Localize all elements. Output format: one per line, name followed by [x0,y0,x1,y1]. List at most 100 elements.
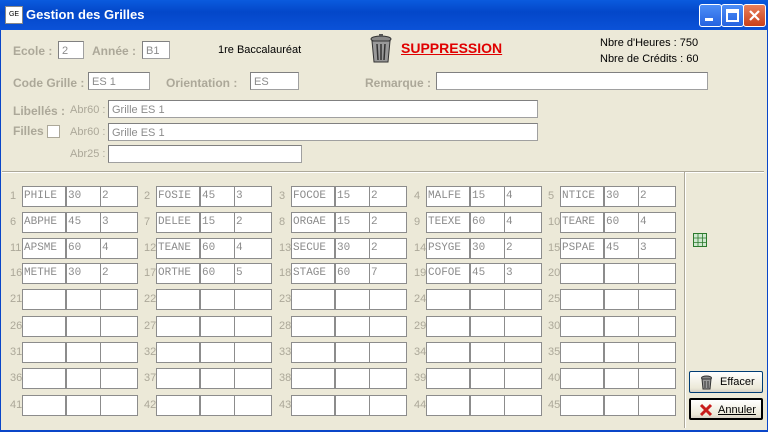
course-credits-cell[interactable] [234,395,272,416]
course-code-cell[interactable]: ORTHE [156,263,200,284]
course-credits-cell[interactable] [504,289,542,310]
course-credits-cell[interactable] [369,368,407,389]
annuler-button[interactable]: Annuler [689,398,763,420]
course-hours-cell[interactable] [470,395,505,416]
course-hours-cell[interactable] [604,368,639,389]
code-grille-field[interactable]: ES 1 [88,72,150,90]
course-code-cell[interactable]: PSYGE [426,238,470,259]
course-code-cell[interactable]: STAGE [291,263,335,284]
course-code-cell[interactable] [22,316,66,337]
course-credits-cell[interactable] [504,316,542,337]
course-credits-cell[interactable]: 2 [100,186,138,207]
course-credits-cell[interactable]: 2 [504,238,542,259]
course-code-cell[interactable] [426,342,470,363]
course-credits-cell[interactable] [100,289,138,310]
course-hours-cell[interactable] [335,368,370,389]
course-credits-cell[interactable] [638,289,676,310]
course-hours-cell[interactable]: 45 [200,186,235,207]
course-hours-cell[interactable] [200,395,235,416]
course-credits-cell[interactable]: 2 [234,212,272,233]
course-credits-cell[interactable] [100,368,138,389]
course-code-cell[interactable]: DELEE [156,212,200,233]
course-code-cell[interactable]: TEANE [156,238,200,259]
course-code-cell[interactable] [560,289,604,310]
course-code-cell[interactable] [156,368,200,389]
course-credits-cell[interactable]: 3 [234,186,272,207]
course-code-cell[interactable]: MALFE [426,186,470,207]
course-credits-cell[interactable]: 3 [100,212,138,233]
course-credits-cell[interactable]: 2 [100,263,138,284]
course-code-cell[interactable] [426,395,470,416]
course-code-cell[interactable] [156,395,200,416]
abr25-field[interactable] [108,145,302,163]
course-credits-cell[interactable]: 5 [234,263,272,284]
course-code-cell[interactable]: FOCOE [291,186,335,207]
remarque-field[interactable] [436,72,708,90]
course-hours-cell[interactable]: 60 [66,238,101,259]
course-credits-cell[interactable] [638,342,676,363]
minimize-button[interactable] [699,4,722,27]
course-hours-cell[interactable]: 15 [470,186,505,207]
course-credits-cell[interactable] [638,395,676,416]
course-hours-cell[interactable] [335,316,370,337]
course-hours-cell[interactable] [470,342,505,363]
course-code-cell[interactable] [156,342,200,363]
course-code-cell[interactable]: METHE [22,263,66,284]
course-hours-cell[interactable] [66,368,101,389]
course-credits-cell[interactable] [100,316,138,337]
course-credits-cell[interactable]: 4 [638,212,676,233]
maximize-button[interactable] [721,4,744,27]
course-hours-cell[interactable]: 30 [335,238,370,259]
course-hours-cell[interactable] [604,263,639,284]
course-credits-cell[interactable] [638,263,676,284]
course-code-cell[interactable] [560,263,604,284]
course-credits-cell[interactable] [234,342,272,363]
course-credits-cell[interactable] [369,316,407,337]
course-hours-cell[interactable] [470,368,505,389]
course-credits-cell[interactable] [638,368,676,389]
course-hours-cell[interactable] [335,342,370,363]
effacer-button[interactable]: Effacer [689,371,763,393]
course-hours-cell[interactable]: 45 [604,238,639,259]
course-hours-cell[interactable]: 45 [66,212,101,233]
course-hours-cell[interactable]: 60 [200,238,235,259]
course-hours-cell[interactable] [200,289,235,310]
course-hours-cell[interactable]: 45 [470,263,505,284]
course-code-cell[interactable]: ORGAE [291,212,335,233]
course-hours-cell[interactable] [66,395,101,416]
course-code-cell[interactable] [22,342,66,363]
course-hours-cell[interactable]: 60 [335,263,370,284]
ecole-field[interactable]: 2 [58,41,84,59]
course-credits-cell[interactable]: 4 [100,238,138,259]
filles-checkbox[interactable] [47,125,60,138]
course-code-cell[interactable]: FOSIE [156,186,200,207]
course-hours-cell[interactable]: 60 [200,263,235,284]
course-code-cell[interactable] [291,316,335,337]
course-credits-cell[interactable]: 3 [638,238,676,259]
course-code-cell[interactable]: ABPHE [22,212,66,233]
course-hours-cell[interactable] [200,368,235,389]
course-code-cell[interactable] [291,395,335,416]
course-credits-cell[interactable] [369,289,407,310]
course-hours-cell[interactable] [335,395,370,416]
course-credits-cell[interactable]: 2 [369,186,407,207]
course-credits-cell[interactable] [234,368,272,389]
course-code-cell[interactable]: TEARE [560,212,604,233]
course-hours-cell[interactable]: 30 [66,186,101,207]
course-code-cell[interactable]: NTICE [560,186,604,207]
course-hours-cell[interactable] [66,289,101,310]
course-code-cell[interactable] [156,316,200,337]
abr60-field-1[interactable]: Grille ES 1 [108,100,538,118]
course-hours-cell[interactable]: 15 [335,212,370,233]
course-hours-cell[interactable]: 60 [470,212,505,233]
course-credits-cell[interactable] [369,342,407,363]
close-button[interactable] [743,4,766,27]
course-credits-cell[interactable] [100,342,138,363]
course-code-cell[interactable]: APSME [22,238,66,259]
course-credits-cell[interactable] [100,395,138,416]
course-code-cell[interactable] [560,395,604,416]
course-hours-cell[interactable]: 15 [200,212,235,233]
course-code-cell[interactable] [291,289,335,310]
course-code-cell[interactable] [560,368,604,389]
course-code-cell[interactable] [560,342,604,363]
